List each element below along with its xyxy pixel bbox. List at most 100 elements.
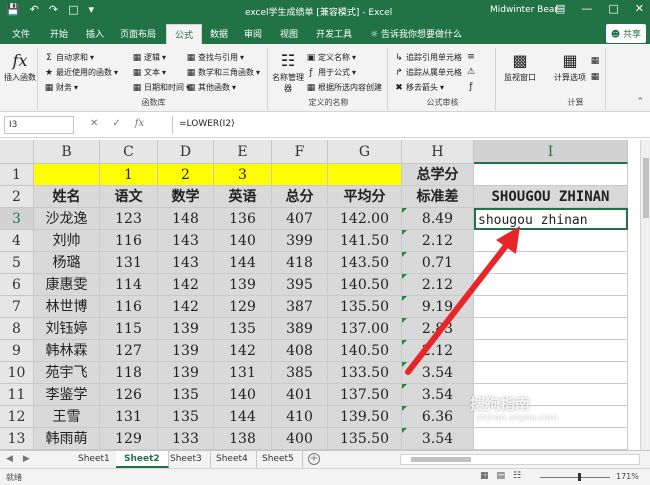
cell-e1[interactable]: 3 [214,164,272,186]
cell-g8[interactable]: 137.00 [328,318,402,340]
cell-f10[interactable]: 385 [272,362,328,384]
tab-developer[interactable]: 开发工具 [316,27,352,40]
row-header-10[interactable]: 10 [0,362,34,384]
cell-f9[interactable]: 408 [272,340,328,362]
cell-f3[interactable]: 407 [272,208,328,230]
cell-d13[interactable]: 133 [158,428,214,450]
cell-c2[interactable]: 语文 [100,186,158,208]
cell-d10[interactable]: 139 [158,362,214,384]
cell-g2[interactable]: 平均分 [328,186,402,208]
row-header-4[interactable]: 4 [0,230,34,252]
sheet-tab-5[interactable]: Sheet5 [254,451,303,468]
cell-c8[interactable]: 115 [100,318,158,340]
cell-d9[interactable]: 139 [158,340,214,362]
column-header-g[interactable]: G [328,140,402,164]
cell-e13[interactable]: 138 [214,428,272,450]
cancel-icon[interactable]: ✕ [90,118,98,129]
sheet-tab-2[interactable]: Sheet2 [116,451,169,468]
evaluate-formula-button[interactable]: ƒ [466,82,476,92]
watch-window-button[interactable]: ▩ 监视窗口 [504,50,536,83]
cell-b13[interactable]: 韩雨萌 [34,428,100,450]
cell-g5[interactable]: 143.50 [328,252,402,274]
cell-e7[interactable]: 129 [214,296,272,318]
recent-functions-button[interactable]: ★ 最近使用的函数 ▾ [44,67,118,78]
cell-f7[interactable]: 387 [272,296,328,318]
cell-h9[interactable]: 2.12 [402,340,474,362]
horizontal-scrollbar[interactable] [400,454,640,465]
cell-g1[interactable] [328,164,402,186]
cell-c9[interactable]: 127 [100,340,158,362]
cell-e9[interactable]: 142 [214,340,272,362]
cell-f2[interactable]: 总分 [272,186,328,208]
cell-h2[interactable]: 标准差 [402,186,474,208]
cell-f5[interactable]: 418 [272,252,328,274]
cell-d4[interactable]: 143 [158,230,214,252]
cell-b6[interactable]: 康惠雯 [34,274,100,296]
row-header-8[interactable]: 8 [0,318,34,340]
tab-page-layout[interactable]: 页面布局 [120,27,156,40]
row-header-6[interactable]: 6 [0,274,34,296]
new-sheet-icon[interactable]: + [308,453,320,465]
cell-d5[interactable]: 143 [158,252,214,274]
cell-g6[interactable]: 140.50 [328,274,402,296]
cell-g3[interactable]: 142.00 [328,208,402,230]
row-header-12[interactable]: 12 [0,406,34,428]
cell-h4[interactable]: 2.12 [402,230,474,252]
cell-i9[interactable] [474,340,628,362]
row-header-7[interactable]: 7 [0,296,34,318]
page-break-view-icon[interactable]: ☷ [513,471,521,481]
close-icon[interactable]: ✕ [635,2,644,15]
cell-b11[interactable]: 李鉴学 [34,384,100,406]
tab-insert[interactable]: 插入 [86,27,104,40]
cell-g11[interactable]: 137.50 [328,384,402,406]
column-header-i[interactable]: I [474,140,628,164]
cell-h13[interactable]: 3.54 [402,428,474,450]
remove-arrows-button[interactable]: ✖ 移去箭头 ▾ [394,82,444,93]
cell-e4[interactable]: 140 [214,230,272,252]
tab-view[interactable]: 视图 [280,27,298,40]
cell-d7[interactable]: 142 [158,296,214,318]
collapse-ribbon-icon[interactable]: ⌃ [636,97,644,107]
cell-c11[interactable]: 126 [100,384,158,406]
cell-h12[interactable]: 6.36 [402,406,474,428]
row-header-9[interactable]: 9 [0,340,34,362]
cell-h3[interactable]: 8.49 [402,208,474,230]
share-button[interactable]: ☻ 共享 [605,24,646,43]
cell-h6[interactable]: 2.12 [402,274,474,296]
tab-home[interactable]: 开始 [50,27,68,40]
cell-b5[interactable]: 杨璐 [34,252,100,274]
create-from-selection-button[interactable]: ▦ 根据所选内容创建 [306,82,382,93]
financial-button[interactable]: ▦ 财务 ▾ [44,82,78,93]
cell-c5[interactable]: 131 [100,252,158,274]
cell-d8[interactable]: 139 [158,318,214,340]
tab-review[interactable]: 审阅 [244,27,262,40]
datetime-button[interactable]: ▦ 日期和时间 ▾ [132,82,190,93]
cell-h11[interactable]: 3.54 [402,384,474,406]
cell-e3[interactable]: 136 [214,208,272,230]
cell-h1[interactable]: 总学分 [402,164,474,186]
cell-d2[interactable]: 数学 [158,186,214,208]
column-header-f[interactable]: F [272,140,328,164]
formula-input[interactable]: =LOWER(I2) [172,116,646,134]
row-header-13[interactable]: 13 [0,428,34,450]
vertical-scrollbar[interactable] [640,140,650,450]
cell-b8[interactable]: 刘钰婷 [34,318,100,340]
calculate-sheet-button[interactable]: ▦ [590,72,600,82]
maximize-icon[interactable]: □ [608,2,618,15]
cell-h7[interactable]: 9.19 [402,296,474,318]
cell-e5[interactable]: 144 [214,252,272,274]
cell-f6[interactable]: 395 [272,274,328,296]
cell-f8[interactable]: 389 [272,318,328,340]
cell-c3[interactable]: 123 [100,208,158,230]
lookup-button[interactable]: ▦ 查找与引用 ▾ [186,52,244,63]
redo-icon[interactable]: ↷ [49,3,58,16]
cell-e10[interactable]: 131 [214,362,272,384]
cell-f1[interactable] [272,164,328,186]
cell-i10[interactable] [474,362,628,384]
zoom-slider-knob[interactable] [578,473,581,481]
cell-d11[interactable]: 135 [158,384,214,406]
cell-b3[interactable]: 沙龙逸 [34,208,100,230]
cell-i6[interactable] [474,274,628,296]
name-manager-button[interactable]: ☷ 名称管理器 [272,50,304,94]
cell-g7[interactable]: 135.50 [328,296,402,318]
